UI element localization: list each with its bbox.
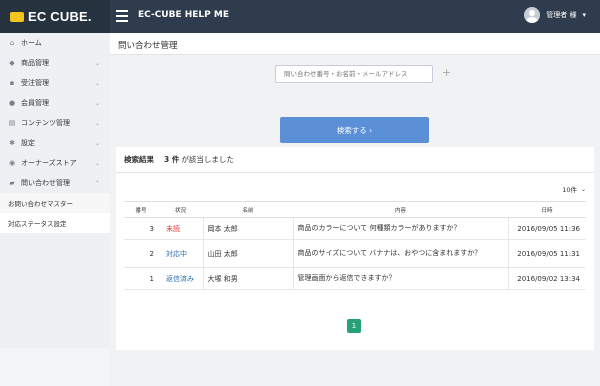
sidebar-item-products[interactable]: ◆ 商品管理 ⌄ xyxy=(0,53,110,73)
chevron-up-icon: ⌃ xyxy=(94,179,100,187)
chevron-down-icon: ⌄ xyxy=(94,139,100,147)
sidebar-item-label: ホーム xyxy=(21,39,42,47)
sidebar-item-orders[interactable]: ▪ 受注管理 ⌄ xyxy=(0,73,110,93)
inquiry-table: 番号 状況 名前 内容 日時 3 未読 岡本 太郎 商品のカラーについて 何種類… xyxy=(124,201,586,290)
cell-name: 山田 太郎 xyxy=(202,239,293,268)
chevron-down-icon: ⌄ xyxy=(94,99,100,107)
cell-content: 商品のサイズについて バナナは、おやつに含まれますか？ xyxy=(292,239,508,268)
home-icon: ⌂ xyxy=(9,39,15,47)
chevron-down-icon: ⌄ xyxy=(94,119,100,127)
sidebar-item-owners-store[interactable]: ◉ オーナーズストア ⌄ xyxy=(0,153,110,173)
sidebar-item-home[interactable]: ⌂ ホーム xyxy=(0,33,110,53)
cart-icon: ▪ xyxy=(9,79,15,87)
tag-icon: ◆ xyxy=(9,59,15,67)
cell-number: 2 xyxy=(124,239,158,268)
logo-text: EC CUBE. xyxy=(28,9,92,24)
cell-status[interactable]: 返信済み xyxy=(158,267,203,290)
sidebar-item-label: コンテンツ管理 xyxy=(21,119,70,127)
sidebar-item-inquiries[interactable]: ▰ 問い合わせ管理 ⌃ xyxy=(0,173,110,193)
cell-content: 商品のカラーについて 何種類カラーがありますか？ xyxy=(292,217,508,240)
results-label: 検索結果 xyxy=(124,155,154,164)
cell-number: 1 xyxy=(124,267,158,290)
avatar-icon xyxy=(524,7,541,23)
sidebar-item-label: 商品管理 xyxy=(21,59,49,67)
cell-number: 3 xyxy=(124,217,158,240)
results-suffix: が該当しました xyxy=(181,155,234,164)
results-panel: 検索結果 3 件 が該当しました 10件 ⌄ 番号 状況 名前 内容 日時 3 xyxy=(116,147,594,350)
chevron-down-icon: ⌄ xyxy=(580,185,586,193)
table-header-row: 番号 状況 名前 内容 日時 xyxy=(124,201,586,218)
app-title: EC-CUBE HELP ME xyxy=(138,10,229,20)
column-header-content: 内容 xyxy=(293,201,508,218)
sidebar-item-label: お問い合わせマスター xyxy=(8,200,73,208)
chevron-down-icon: ▾ xyxy=(582,11,586,19)
sidebar-submenu: お問い合わせマスター 対応ステータス設定 xyxy=(0,193,110,233)
sidebar-item-label: オーナーズストア xyxy=(21,159,77,167)
cell-date: 2016/09/05 11:31 xyxy=(507,239,586,268)
store-icon: ◉ xyxy=(8,159,16,167)
comment-icon: ▰ xyxy=(9,179,15,187)
column-header-status: 状況 xyxy=(158,201,203,218)
table-row[interactable]: 2 対応中 山田 太郎 商品のサイズについて バナナは、おやつに含まれますか？ … xyxy=(124,239,586,268)
cell-status[interactable]: 対応中 xyxy=(158,239,203,268)
cell-name: 岡本 太郎 xyxy=(202,217,293,240)
sidebar-subitem-inquiry-master[interactable]: お問い合わせマスター xyxy=(0,193,110,213)
search-button[interactable]: 検索する › xyxy=(280,117,429,143)
sidebar-item-label: 対応ステータス設定 xyxy=(8,220,67,228)
results-header: 検索結果 3 件 が該当しました xyxy=(116,147,594,173)
users-icon: ● xyxy=(8,99,16,107)
table-row[interactable]: 3 未読 岡本 太郎 商品のカラーについて 何種類カラーがありますか？ 2016… xyxy=(124,217,586,240)
brand-logo[interactable]: EC CUBE. xyxy=(0,0,110,33)
cell-content: 管理画面から返信できますか？ xyxy=(292,267,508,290)
cell-status[interactable]: 未読 xyxy=(158,217,203,240)
results-count: 3 件 xyxy=(164,155,180,164)
sidebar: ⌂ ホーム ◆ 商品管理 ⌄ ▪ 受注管理 ⌄ ● 会員管理 ⌄ ▤ コンテンツ… xyxy=(0,33,110,386)
top-bar: EC CUBE. EC-CUBE HELP ME 管理者 様 ▾ xyxy=(0,0,600,33)
sidebar-item-label: 受注管理 xyxy=(21,79,49,87)
pagination-page-1[interactable]: 1 xyxy=(347,319,361,333)
cell-name: 大塚 和男 xyxy=(202,267,293,290)
menu-toggle-icon[interactable] xyxy=(116,10,128,22)
page-title: 問い合わせ管理 xyxy=(118,41,178,51)
column-header-date: 日時 xyxy=(508,201,586,218)
table-row[interactable]: 1 返信済み 大塚 和男 管理画面から返信できますか？ 2016/09/02 1… xyxy=(124,267,586,290)
sidebar-item-settings[interactable]: ✱ 設定 ⌄ xyxy=(0,133,110,153)
gear-icon: ✱ xyxy=(9,139,15,147)
main-content: 問い合わせ管理 + 検索する › 検索結果 3 件 が該当しました 10件 ⌄ … xyxy=(110,33,600,386)
per-page-select[interactable]: 10件 ⌄ xyxy=(562,184,586,195)
chevron-down-icon: ⌄ xyxy=(94,59,100,67)
file-icon: ▤ xyxy=(8,119,16,127)
sidebar-item-contents[interactable]: ▤ コンテンツ管理 ⌄ xyxy=(0,113,110,133)
sidebar-item-label: 問い合わせ管理 xyxy=(21,179,70,187)
search-input[interactable] xyxy=(275,65,433,83)
cell-date: 2016/09/02 13:34 xyxy=(507,267,586,290)
sidebar-footer xyxy=(0,348,110,386)
user-name: 管理者 様 xyxy=(546,11,577,19)
sidebar-subitem-status-settings[interactable]: 対応ステータス設定 xyxy=(0,213,110,233)
chevron-down-icon: ⌄ xyxy=(94,159,100,167)
column-header-name: 名前 xyxy=(203,201,293,218)
sidebar-item-label: 会員管理 xyxy=(21,99,49,107)
sidebar-item-members[interactable]: ● 会員管理 ⌄ xyxy=(0,93,110,113)
plus-icon[interactable]: + xyxy=(442,66,451,79)
page-header: 問い合わせ管理 xyxy=(110,33,600,55)
logo-icon xyxy=(10,11,24,22)
user-menu[interactable]: 管理者 様 ▾ xyxy=(524,7,586,23)
chevron-down-icon: ⌄ xyxy=(94,79,100,87)
sidebar-item-label: 設定 xyxy=(21,139,35,147)
cell-date: 2016/09/05 11:36 xyxy=(507,217,586,240)
per-page-value: 10件 xyxy=(562,186,577,194)
column-header-number: 番号 xyxy=(124,201,158,218)
